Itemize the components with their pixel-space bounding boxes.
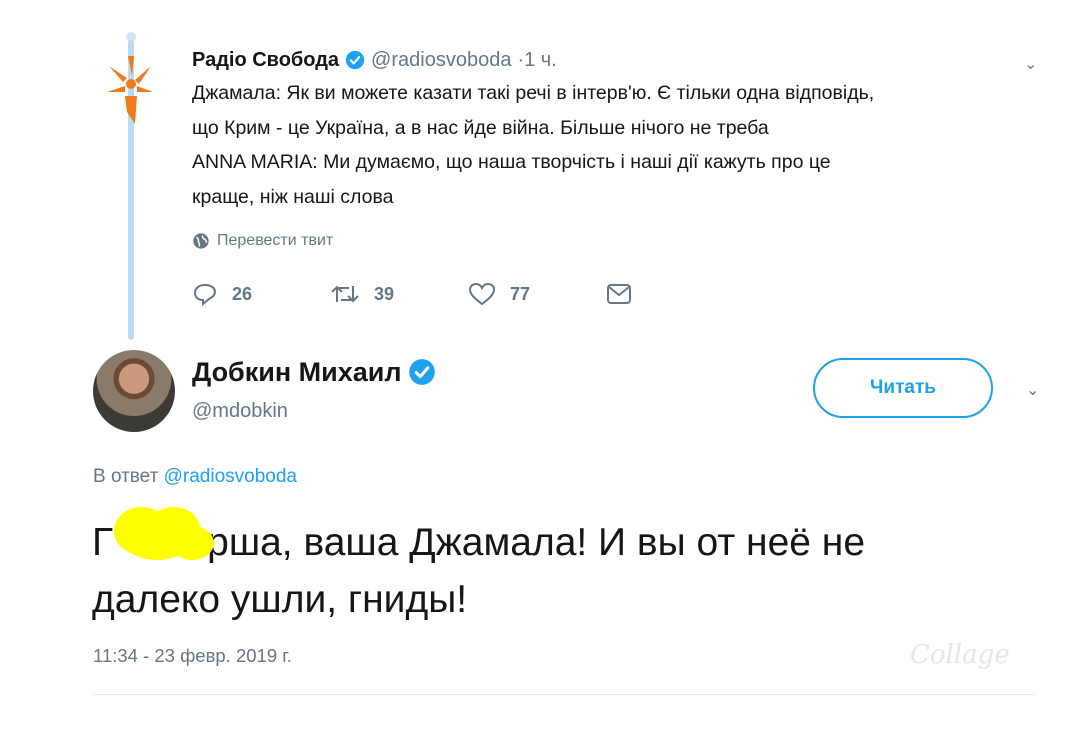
- globe-icon: [193, 233, 209, 249]
- retweet-action[interactable]: 39: [330, 282, 468, 306]
- tweet-text-line: що Крим - це Україна, а в нас йде війна.…: [192, 116, 769, 139]
- reply-to-handle-link[interactable]: @radiosvoboda: [164, 466, 297, 487]
- translate-label[interactable]: Перевести твит: [217, 232, 333, 250]
- author-name[interactable]: Добкин Михаил: [192, 357, 402, 388]
- author-handle[interactable]: @mdobkin: [192, 400, 442, 423]
- reply-count: 26: [232, 283, 253, 304]
- like-icon: [468, 282, 496, 306]
- tweet-text-line: ANNA MARIA: Ми думаємо, що наша творчіст…: [192, 151, 831, 173]
- retweet-count: 39: [374, 283, 395, 304]
- tweet-text-line: Грша, ваша Джамала! И вы от неё не: [92, 514, 1052, 571]
- retweet-icon: [331, 285, 359, 303]
- tweet-text-line: далеко ушли, гниды!: [92, 578, 468, 621]
- author-name-row: Добкин Михаил: [192, 352, 442, 392]
- tweet-actions: 26 39 77: [192, 282, 646, 306]
- tweet-time[interactable]: ·1 ч.: [517, 49, 556, 72]
- redaction-scribble: [114, 507, 214, 560]
- translate-tweet-link[interactable]: Перевести твит: [192, 232, 333, 250]
- reply-context: В ответ @radiosvoboda: [93, 466, 297, 488]
- message-icon: [607, 284, 631, 304]
- author-handle[interactable]: @radiosvoboda: [371, 49, 511, 72]
- tweet-timestamp[interactable]: 11:34 - 23 февр. 2019 г.: [93, 645, 292, 667]
- radio-svoboda-logo: [107, 56, 153, 124]
- quoted-tweet[interactable]: Радіо Свобода @radiosvoboda ·1 ч. ⌄ Джам…: [192, 42, 1052, 214]
- tweet-text-end: рша, ваша Джамала! И вы от неё не: [207, 521, 866, 564]
- author-name[interactable]: Радіо Свобода: [192, 49, 339, 72]
- avatar[interactable]: [93, 350, 175, 432]
- tweet-text-start: Г: [92, 521, 114, 564]
- reply-tweet-text: Грша, ваша Джамала! И вы от неё не далек…: [92, 514, 1052, 628]
- reply-prefix: В ответ: [93, 466, 159, 487]
- tweet-text-line: Джамала: Як ви можете казати такі речі в…: [192, 82, 875, 104]
- like-action[interactable]: 77: [468, 282, 606, 306]
- reply-author: Добкин Михаил @mdobkin: [192, 352, 442, 423]
- tweet-text-line: краще, ніж наші слова: [192, 185, 394, 208]
- reply-action[interactable]: 26: [192, 282, 330, 306]
- verified-badge-icon: [408, 359, 435, 385]
- verified-badge-icon: [345, 50, 365, 70]
- tweet-text: Джамала: Як ви можете казати такі речі в…: [192, 76, 1052, 214]
- reply-icon: [193, 283, 217, 306]
- like-count: 77: [510, 283, 531, 304]
- chevron-down-icon[interactable]: ⌄: [1026, 380, 1039, 400]
- chevron-down-icon[interactable]: ⌄: [1024, 54, 1037, 74]
- tweet-header: Радіо Свобода @radiosvoboda ·1 ч. ⌄: [192, 42, 1052, 78]
- collage-watermark: Collage: [910, 640, 1010, 670]
- message-action[interactable]: [606, 283, 646, 305]
- divider: [93, 694, 1035, 695]
- follow-button[interactable]: Читать: [813, 358, 993, 418]
